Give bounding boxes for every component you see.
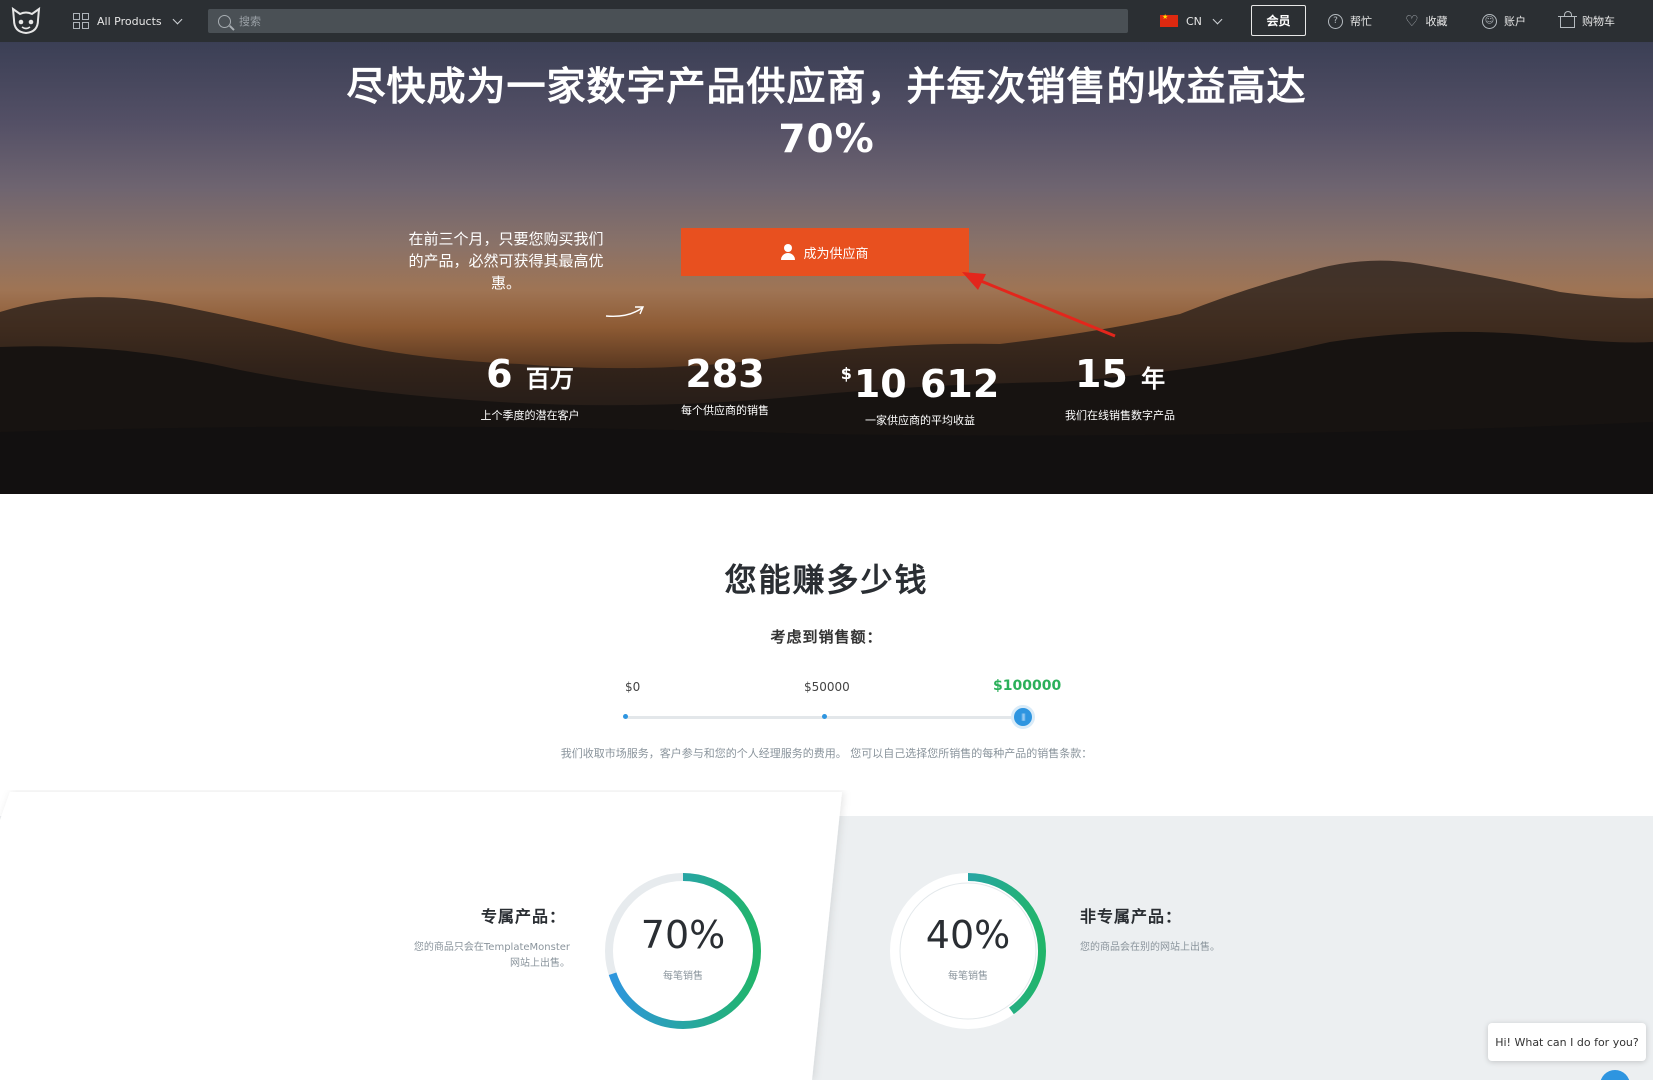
non-exclusive-ring-label: 每笔销售 xyxy=(948,971,988,982)
help-link[interactable]: ? 帮忙 xyxy=(1328,0,1372,42)
language-selector[interactable]: CN xyxy=(1160,0,1223,42)
cart-link[interactable]: 购物车 xyxy=(1558,0,1615,42)
slider-tick-min: $0 xyxy=(625,680,641,694)
slider-tick-mid: $50000 xyxy=(804,680,850,694)
stat-label: 一家供应商的平均收益 xyxy=(865,414,975,427)
become-vendor-button[interactable]: 成为供应商 xyxy=(681,228,969,276)
fees-note: 我们收取市场服务，客户参与和您的个人经理服务的费用。 您可以自己选择您所销售的每… xyxy=(560,747,1093,760)
logo-icon[interactable] xyxy=(10,6,42,36)
all-products-menu[interactable]: All Products xyxy=(73,0,183,42)
stat-value: 6 xyxy=(486,352,513,396)
curved-arrow-icon xyxy=(605,306,645,318)
stat-value: 10 612 xyxy=(853,362,1000,406)
help-label: 帮忙 xyxy=(1350,15,1372,28)
favorites-link[interactable]: ♡ 收藏 xyxy=(1405,0,1447,42)
earnings-title: 您能赚多少钱 xyxy=(724,561,929,599)
stat-currency: $ xyxy=(840,364,852,383)
stat-label: 我们在线销售数字产品 xyxy=(1065,409,1175,422)
slider-stop[interactable] xyxy=(623,714,628,719)
stat-sales: 283 每个供应商的销售 xyxy=(645,352,805,418)
earnings-subtitle: 考虑到销售额： xyxy=(770,628,883,646)
top-navigation: All Products CN 会员 ? 帮忙 ♡ 收藏 ☺ 账户 购物车 xyxy=(0,0,1653,42)
stat-unit: 年 xyxy=(1141,365,1166,393)
search-bar xyxy=(208,9,1128,33)
cart-label: 购物车 xyxy=(1582,15,1615,28)
stat-revenue: $10 612 一家供应商的平均收益 xyxy=(830,352,1010,428)
stat-unit: 百万 xyxy=(525,365,574,393)
stat-customers: 6 百万 上个季度的潜在客户 xyxy=(450,352,610,423)
non-exclusive-description: 您的商品会在别的网站上出售。 xyxy=(1080,942,1220,953)
slider-tick-max: $100000 xyxy=(993,678,1062,694)
become-vendor-label: 成为供应商 xyxy=(803,246,869,262)
non-exclusive-title: 非专属产品： xyxy=(1080,907,1183,926)
exclusive-desc-line2: 网站上出售。 xyxy=(510,958,570,969)
hero-title-line1: 尽快成为一家数字产品供应商，并每次销售的收益高达 xyxy=(346,65,1307,110)
annotation-red-arrow xyxy=(962,272,1116,338)
hero-title: 尽快成为一家数字产品供应商，并每次销售的收益高达 70% xyxy=(0,62,1653,166)
exclusive-description: 您的商品只会在TemplateMonster 网站上出售。 xyxy=(400,940,570,972)
account-link[interactable]: ☺ 账户 xyxy=(1482,0,1526,42)
help-icon: ? xyxy=(1328,13,1343,29)
slider-handle[interactable]: ||| xyxy=(1011,705,1035,729)
grid-icon xyxy=(73,13,89,29)
stat-value: 15 xyxy=(1074,352,1128,396)
basket-icon xyxy=(1558,11,1577,28)
hero-title-line2: 70% xyxy=(778,117,875,162)
exclusive-desc-line1: 您的商品只会在TemplateMonster xyxy=(413,942,570,953)
slider-stop[interactable] xyxy=(822,714,827,719)
chevron-down-icon xyxy=(172,14,183,24)
exclusive-title: 专属产品： xyxy=(481,907,567,926)
language-label: CN xyxy=(1186,14,1202,28)
exclusive-ring-label: 每笔销售 xyxy=(663,971,703,982)
account-label: 账户 xyxy=(1504,15,1526,28)
search-input[interactable] xyxy=(239,14,1099,28)
chevron-down-icon xyxy=(1212,14,1223,24)
member-button[interactable]: 会员 xyxy=(1251,5,1306,36)
all-products-label: All Products xyxy=(97,14,162,28)
favorites-label: 收藏 xyxy=(1425,15,1448,28)
user-add-icon xyxy=(781,244,796,260)
china-flag-icon xyxy=(1160,13,1178,27)
heart-icon: ♡ xyxy=(1405,11,1419,30)
search-icon xyxy=(218,14,231,28)
stat-label: 每个供应商的销售 xyxy=(681,404,769,417)
user-icon: ☺ xyxy=(1482,13,1497,29)
chat-widget[interactable]: Hi! What can I do for you? xyxy=(1488,1023,1646,1061)
stat-value: 283 xyxy=(685,352,765,396)
stat-years: 15 年 我们在线销售数字产品 xyxy=(1040,352,1200,423)
exclusive-percent: 70% xyxy=(640,913,726,957)
hero-note: 在前三个月，只要您购买我们的产品，必然可获得其最高优惠。 xyxy=(408,230,604,292)
non-exclusive-percent: 40% xyxy=(925,913,1011,957)
hero-banner: 尽快成为一家数字产品供应商，并每次销售的收益高达 70% 在前三个月，只要您购买… xyxy=(0,42,1653,494)
stat-label: 上个季度的潜在客户 xyxy=(480,409,580,422)
